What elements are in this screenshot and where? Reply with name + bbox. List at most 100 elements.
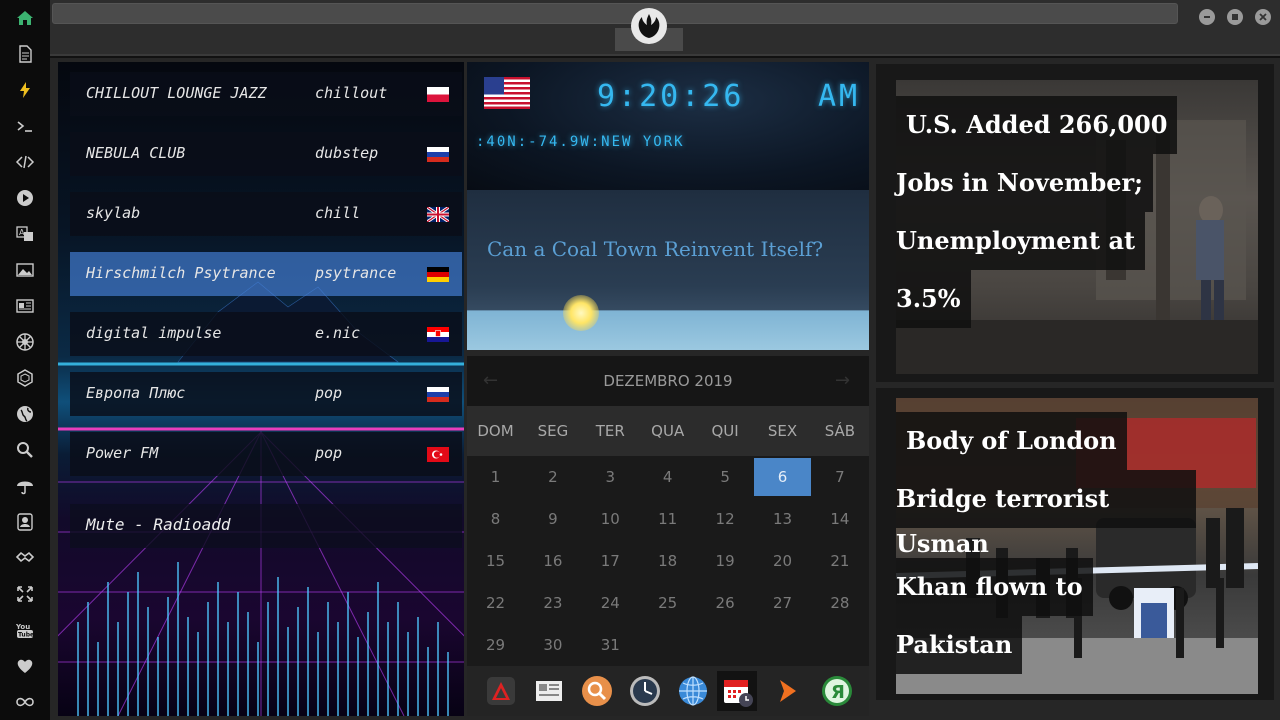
svg-text:Tube: Tube — [18, 632, 34, 639]
calendar-day-cell[interactable]: 8 — [467, 500, 524, 538]
radio-station-item[interactable]: digital impulse e.nic — [70, 312, 462, 356]
calendar-day-cell[interactable]: 9 — [524, 500, 581, 538]
calendar-day-cell[interactable]: 3 — [582, 458, 639, 496]
news-icon[interactable] — [13, 294, 37, 318]
news-card-1[interactable]: U.S. Added 266,000 Jobs in November; Unemp… — [876, 64, 1274, 382]
station-genre: pop — [315, 444, 343, 462]
close-button[interactable] — [1255, 9, 1271, 25]
maximize-button[interactable] — [1227, 9, 1243, 25]
calendar-day-cell[interactable]: 24 — [582, 584, 639, 622]
globe-icon[interactable] — [13, 402, 37, 426]
code-icon[interactable] — [13, 150, 37, 174]
united-states-flag-icon — [484, 77, 530, 109]
station-name: Европа Плюс — [86, 384, 186, 402]
radio-station-item[interactable]: Европа Плюс pop — [70, 372, 462, 416]
calendar-day-cell[interactable]: 28 — [811, 584, 868, 622]
heart-icon[interactable] — [13, 654, 37, 678]
image-icon[interactable] — [13, 258, 37, 282]
station-genre: chillout — [315, 84, 388, 102]
rebel-alliance-logo-icon[interactable] — [631, 8, 667, 44]
poland-flag-icon — [427, 87, 449, 102]
radio-station-item[interactable]: skylab chill — [70, 192, 462, 236]
calendar-day-cell[interactable]: 18 — [639, 542, 696, 580]
calendar-day-cell[interactable]: 31 — [582, 626, 639, 664]
calendar-next-button[interactable]: → — [835, 370, 850, 391]
play-icon[interactable] — [13, 186, 37, 210]
station-name: Hirschmilch Psytrance — [86, 264, 276, 282]
news-reader-icon[interactable] — [529, 671, 569, 711]
radio-station-item[interactable]: Hirschmilch Psytrance psytrance — [70, 252, 462, 296]
launcher-icon[interactable] — [481, 671, 521, 711]
calendar-day-cell[interactable]: 27 — [754, 584, 811, 622]
calendar-day-cell[interactable]: 14 — [811, 500, 868, 538]
calendar-today-cell[interactable]: 6 — [754, 458, 811, 496]
calendar-day-cell[interactable]: 20 — [754, 542, 811, 580]
calendar-day-cell[interactable]: 5 — [697, 458, 754, 496]
umbrella-icon[interactable] — [13, 474, 37, 498]
clock-ampm: AM — [818, 79, 861, 114]
calendar-day-cell[interactable]: 29 — [467, 626, 524, 664]
calendar-day-cell[interactable]: 21 — [811, 542, 868, 580]
galactic-empire-icon[interactable] — [13, 330, 37, 354]
minimize-button[interactable] — [1199, 9, 1215, 25]
calendar-day-cell[interactable]: 4 — [639, 458, 696, 496]
weather-headline[interactable]: Can a Coal Town Reinvent Itself? — [487, 237, 823, 261]
calendar-weekday-label: QUA — [651, 422, 685, 440]
calendar-weekday-label: QUI — [711, 422, 739, 440]
calendar-day-cell[interactable]: 26 — [697, 584, 754, 622]
radio-station-item[interactable]: Power FM pop — [70, 432, 462, 476]
address-bar[interactable] — [52, 3, 1178, 24]
file-icon[interactable] — [13, 42, 37, 66]
calendar-day-cell[interactable]: 7 — [811, 458, 868, 496]
radio-station-item[interactable]: CHILLOUT LOUNGE JAZZ chillout — [70, 72, 462, 116]
browser-icon[interactable] — [673, 671, 713, 711]
station-genre: psytrance — [315, 264, 397, 282]
yandex-icon[interactable]: Я — [817, 671, 857, 711]
calendar-day-cell[interactable]: 17 — [582, 542, 639, 580]
radio-station-item[interactable]: NEBULA CLUB dubstep — [70, 132, 462, 176]
clock-app-icon[interactable] — [625, 671, 665, 711]
forward-app-icon[interactable] — [769, 671, 809, 711]
bolt-icon[interactable] — [13, 78, 37, 102]
station-name: NEBULA CLUB — [86, 144, 186, 162]
sun-icon — [563, 295, 599, 331]
contact-icon[interactable] — [13, 510, 37, 534]
calendar-day-cell[interactable]: 22 — [467, 584, 524, 622]
germany-flag-icon — [427, 267, 449, 282]
calendar-day-cell[interactable]: 23 — [524, 584, 581, 622]
clock-widget: 9:20:26 AM :40N:-74.9W:NEW YORK — [467, 62, 869, 190]
mute-button[interactable]: Mute - Radioadd — [70, 504, 462, 548]
news-headline-line: Body of London — [896, 412, 1127, 470]
station-name: digital impulse — [86, 324, 222, 342]
calendar-app-icon[interactable] — [717, 671, 757, 711]
calendar-day-cell[interactable]: 1 — [467, 458, 524, 496]
calendar-day-cell[interactable]: 25 — [639, 584, 696, 622]
calendar-day-cell[interactable]: 19 — [697, 542, 754, 580]
calendar-day-cell[interactable]: 30 — [524, 626, 581, 664]
hexagon-icon[interactable] — [13, 366, 37, 390]
infinity-icon[interactable] — [13, 690, 37, 714]
fullscreen-icon[interactable] — [13, 582, 37, 606]
handshake-icon[interactable] — [13, 546, 37, 570]
translate-icon[interactable]: A — [13, 222, 37, 246]
russia-flag-icon — [427, 147, 449, 162]
calendar-day-cell[interactable]: 10 — [582, 500, 639, 538]
home-icon[interactable] — [13, 6, 37, 30]
weather-widget: Can a Coal Town Reinvent Itself? — [467, 190, 869, 350]
station-genre: chill — [315, 204, 361, 222]
calendar-day-cell[interactable]: 16 — [524, 542, 581, 580]
calendar-day-cell[interactable]: 13 — [754, 500, 811, 538]
svg-text:You: You — [15, 623, 30, 631]
search-icon[interactable] — [13, 438, 37, 462]
calendar-day-cell[interactable]: 15 — [467, 542, 524, 580]
news-card-2[interactable]: Body of London Bridge terrorist Usman Khan… — [876, 388, 1274, 700]
calendar-weekday-label: TER — [595, 422, 625, 440]
calendar-weekday-label: SEG — [537, 422, 569, 440]
terminal-icon[interactable] — [13, 114, 37, 138]
russia-flag-icon — [427, 387, 449, 402]
calendar-day-cell[interactable]: 12 — [697, 500, 754, 538]
search-app-icon[interactable] — [577, 671, 617, 711]
youtube-icon[interactable]: You Tube — [13, 618, 37, 642]
calendar-day-cell[interactable]: 11 — [639, 500, 696, 538]
calendar-day-cell[interactable]: 2 — [524, 458, 581, 496]
